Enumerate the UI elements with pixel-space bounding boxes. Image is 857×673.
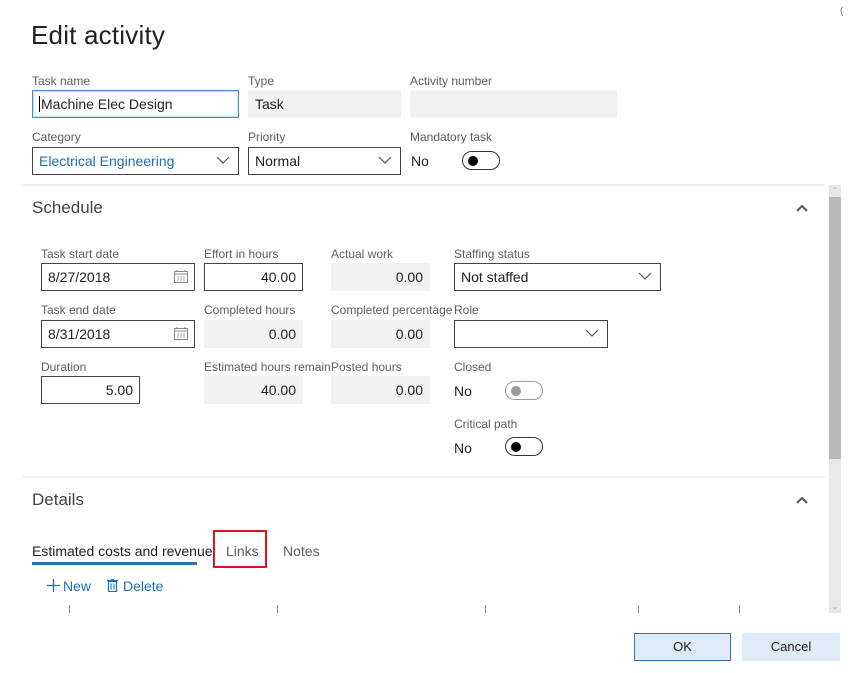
new-button[interactable]: New — [47, 578, 91, 594]
task-start-date-value: 8/27/2018 — [48, 269, 111, 285]
actual-work-value: 0.00 — [395, 269, 423, 285]
type-value: Task — [255, 96, 284, 112]
task-end-date-value: 8/31/2018 — [48, 326, 111, 342]
mandatory-task-label: Mandatory task — [410, 130, 493, 144]
plus-icon — [47, 579, 60, 592]
duration-input[interactable]: 5.00 — [41, 376, 140, 404]
delete-label: Delete — [123, 578, 164, 594]
completed-percentage-field: 0.00 — [331, 320, 430, 348]
toggle-knob — [511, 441, 521, 452]
completed-percentage-label: Completed percentage — [331, 303, 453, 317]
role-label: Role — [454, 303, 479, 317]
scroll-down-icon[interactable]: ⌄ — [829, 601, 841, 613]
completed-hours-value: 0.00 — [268, 326, 296, 342]
grid-column-separator[interactable] — [69, 605, 70, 613]
priority-label: Priority — [248, 130, 286, 144]
staffing-status-value: Not staffed — [461, 269, 529, 285]
mandatory-task-toggle[interactable] — [462, 151, 500, 170]
tab-links[interactable]: Links — [226, 543, 259, 559]
scroll-up-icon[interactable]: ⌃ — [829, 185, 841, 197]
completed-hours-label: Completed hours — [204, 303, 296, 317]
effort-in-hours-label: Effort in hours — [204, 247, 279, 261]
closed-value: No — [454, 383, 472, 399]
activity-number-field — [410, 90, 617, 118]
grid-column-separator[interactable] — [485, 605, 486, 613]
new-label: New — [63, 578, 92, 594]
activity-number-label: Activity number — [410, 74, 493, 88]
chevron-down-icon — [585, 329, 599, 337]
duration-value: 5.00 — [105, 382, 133, 398]
cancel-button[interactable]: Cancel — [742, 633, 840, 661]
schedule-section-title: Schedule — [32, 198, 103, 217]
trash-icon — [107, 578, 118, 593]
staffing-status-label: Staffing status — [454, 247, 530, 261]
category-label: Category — [32, 130, 81, 144]
critical-path-value: No — [454, 440, 472, 456]
delete-button[interactable]: Delete — [107, 578, 163, 594]
corner-glyph: ( — [840, 6, 844, 17]
actual-work-field: 0.00 — [331, 263, 430, 291]
mandatory-task-value: No — [411, 153, 429, 169]
grid-column-separator[interactable] — [638, 605, 639, 613]
staffing-status-select[interactable]: Not staffed — [454, 263, 661, 291]
task-end-date-input[interactable]: 8/31/2018 — [41, 320, 195, 348]
task-name-label: Task name — [32, 74, 91, 88]
section-divider — [22, 184, 825, 186]
critical-path-label: Critical path — [454, 417, 518, 431]
posted-hours-value: 0.00 — [395, 382, 423, 398]
dialog-title: Edit activity — [31, 20, 166, 50]
chevron-down-icon — [216, 156, 230, 164]
toggle-knob — [468, 155, 478, 166]
active-tab-indicator — [32, 562, 197, 565]
details-section-title: Details — [32, 490, 84, 509]
role-select[interactable] — [454, 320, 608, 348]
completed-hours-field: 0.00 — [204, 320, 303, 348]
task-name-value: Machine Elec Design — [41, 96, 173, 112]
scrollbar-thumb[interactable] — [829, 197, 841, 459]
priority-select[interactable]: Normal — [248, 147, 401, 175]
toggle-knob — [511, 385, 521, 396]
ok-button[interactable]: OK — [634, 633, 731, 661]
estimated-hours-remain-label: Estimated hours remain — [204, 360, 331, 374]
completed-percentage-value: 0.00 — [395, 326, 423, 342]
closed-label: Closed — [454, 360, 492, 374]
estimated-hours-remain-value: 40.00 — [260, 382, 296, 398]
chevron-down-icon — [638, 272, 652, 280]
effort-in-hours-input[interactable]: 40.00 — [204, 263, 303, 291]
text-caret — [39, 96, 40, 112]
posted-hours-label: Posted hours — [331, 360, 402, 374]
closed-toggle[interactable] — [505, 381, 543, 400]
vertical-scrollbar[interactable]: ⌃ ⌄ — [829, 185, 841, 613]
category-select[interactable]: Electrical Engineering — [32, 147, 239, 175]
critical-path-toggle[interactable] — [505, 437, 543, 456]
duration-label: Duration — [41, 360, 87, 374]
actual-work-label: Actual work — [331, 247, 394, 261]
grid-column-separator[interactable] — [739, 605, 740, 613]
task-name-input[interactable]: Machine Elec Design — [32, 90, 239, 118]
task-end-date-label: Task end date — [41, 303, 116, 317]
task-start-date-label: Task start date — [41, 247, 120, 261]
effort-in-hours-value: 40.00 — [260, 269, 296, 285]
calendar-icon[interactable] — [174, 270, 188, 283]
category-value: Electrical Engineering — [39, 153, 175, 169]
tab-estimated-costs-and-revenue[interactable]: Estimated costs and revenue — [32, 543, 213, 559]
tab-notes[interactable]: Notes — [283, 543, 320, 559]
priority-value: Normal — [255, 153, 301, 169]
section-divider — [22, 476, 825, 478]
posted-hours-field: 0.00 — [331, 376, 430, 404]
grid-column-separator[interactable] — [277, 605, 278, 613]
chevron-up-icon[interactable] — [795, 495, 809, 505]
estimated-hours-remain-field: 40.00 — [204, 376, 303, 404]
chevron-down-icon — [378, 156, 392, 164]
task-start-date-input[interactable]: 8/27/2018 — [41, 263, 195, 291]
type-label: Type — [248, 74, 275, 88]
chevron-up-icon[interactable] — [795, 203, 809, 213]
type-field: Task — [248, 90, 401, 118]
calendar-icon[interactable] — [174, 327, 188, 340]
